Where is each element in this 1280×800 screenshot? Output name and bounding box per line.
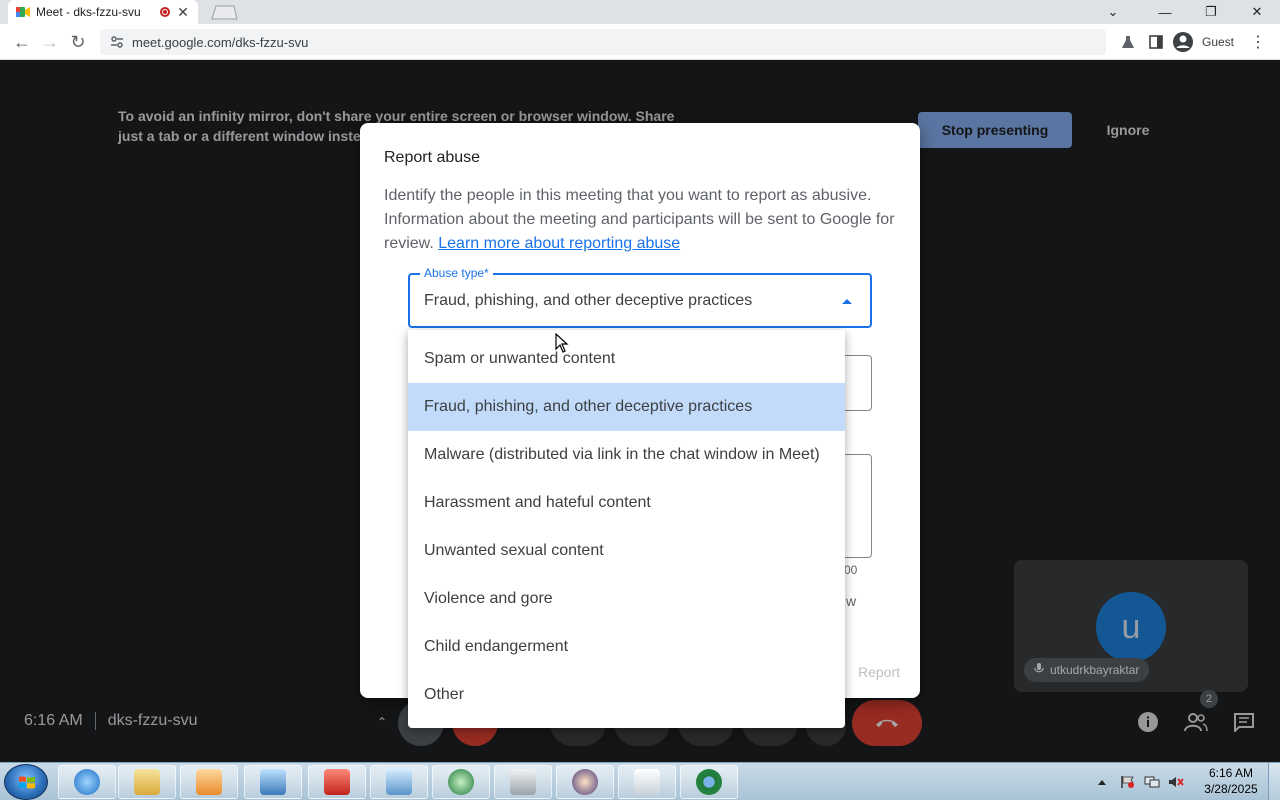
site-settings-icon[interactable] [110,35,124,49]
toolbox-icon [324,769,350,795]
taskbar-clock[interactable]: 6:16 AM 3/28/2025 [1196,765,1266,797]
taskbar-device[interactable] [494,765,552,799]
phone-icon [510,769,536,795]
start-button[interactable] [4,764,48,800]
profile-label: Guest [1202,35,1235,49]
address-bar[interactable]: meet.google.com/dks-fzzu-svu [100,29,1106,55]
action-center-flag-icon[interactable] [1120,775,1136,789]
taskbar-user-app[interactable] [556,765,614,799]
windows-taskbar: 6:16 AM 3/28/2025 [0,762,1280,800]
abuse-type-option[interactable]: Unwanted sexual content [408,527,845,575]
forward-arrow-icon[interactable]: → [38,30,62,54]
chrome-icon [696,769,722,795]
caret-up-icon [842,299,852,304]
tab-search-chevron-down-icon[interactable]: ⌄ [1090,0,1136,24]
partial-text: w [846,593,857,609]
abuse-type-option[interactable]: Harassment and hateful content [408,479,845,527]
taskbar-browser-2[interactable] [680,765,738,799]
globe-icon [448,769,474,795]
recording-indicator-icon [160,7,170,17]
network-status-icon[interactable] [1144,775,1160,789]
close-tab-icon[interactable]: ✕ [176,4,190,21]
learn-more-link[interactable]: Learn more about reporting abuse [438,235,680,252]
abuse-type-option[interactable]: Other [408,671,845,719]
network-icon [386,769,412,795]
mouse-cursor-icon [555,333,569,353]
abuse-type-option[interactable]: Spam or unwanted content [408,335,845,383]
taskbar-media-player[interactable] [180,765,238,799]
taskbar-internet-explorer[interactable] [58,765,116,799]
reload-icon[interactable]: ↻ [66,30,90,54]
document-icon [634,769,660,795]
abuse-type-options-menu: Spam or unwanted content Fraud, phishing,… [408,330,845,728]
more-options-icon[interactable]: ⋮ [1250,30,1266,54]
minimize-icon[interactable]: — [1142,0,1188,24]
abuse-type-option[interactable]: Child endangerment [408,623,845,671]
taskbar-time: 6:16 AM [1208,766,1254,780]
taskbar-date: 3/28/2025 [1204,782,1258,796]
browser-toolbar: ← → ↻ meet.google.com/dks-fzzu-svu Guest… [0,24,1280,60]
url-text: meet.google.com/dks-fzzu-svu [132,34,309,50]
labs-flask-icon[interactable] [1118,30,1138,54]
agent-icon [572,769,598,795]
abuse-type-label: Abuse type* [420,266,493,280]
account-circle-icon [1173,32,1193,52]
folder-icon [134,769,160,795]
taskbar-document[interactable] [618,765,676,799]
abuse-type-option[interactable]: Malware (distributed via link in the cha… [408,431,845,479]
browser-tab-title: Meet - dks-fzzu-svu [36,5,141,19]
monitor-icon [260,769,286,795]
side-panel-icon[interactable] [1146,30,1166,54]
browser-tab-strip: Meet - dks-fzzu-svu ✕ ⌄ — ❐ ✕ [0,0,1280,24]
abuse-type-option[interactable]: Violence and gore [408,575,845,623]
profile-button[interactable]: Guest [1172,30,1234,54]
taskbar-network[interactable] [370,765,428,799]
system-tray [1098,763,1184,800]
taskbar-browser-1[interactable] [432,765,490,799]
report-button[interactable]: Report [846,661,912,683]
new-tab-icon[interactable] [210,4,238,20]
taskbar-toolbox[interactable] [308,765,366,799]
volume-muted-icon[interactable] [1168,775,1184,789]
browser-tab[interactable]: Meet - dks-fzzu-svu ✕ [8,0,198,24]
dialog-description: Identify the people in this meeting that… [384,184,896,256]
dialog-title: Report abuse [384,149,481,166]
restore-icon[interactable]: ❐ [1188,0,1234,24]
show-desktop-button[interactable] [1268,763,1280,800]
close-window-icon[interactable]: ✕ [1234,0,1280,24]
taskbar-file-explorer[interactable] [118,765,176,799]
back-arrow-icon[interactable]: ← [10,30,34,54]
abuse-type-value: Fraud, phishing, and other deceptive pra… [424,292,753,309]
meet-favicon-icon [16,5,30,19]
internet-explorer-icon [74,769,100,795]
taskbar-remote-desktop[interactable] [244,765,302,799]
abuse-type-select[interactable]: Abuse type* Fraud, phishing, and other d… [408,266,872,328]
media-player-icon [196,769,222,795]
abuse-type-option[interactable]: Fraud, phishing, and other deceptive pra… [408,383,845,431]
windows-logo-icon [19,776,35,789]
character-counter: 00 [844,563,858,577]
show-hidden-icons-icon[interactable] [1098,779,1106,785]
